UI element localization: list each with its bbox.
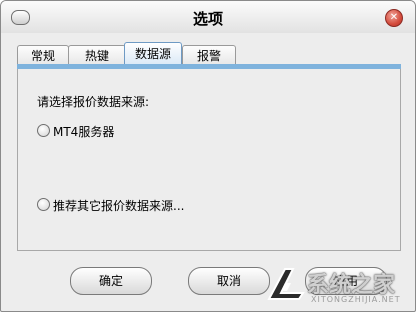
options-dialog: 选项 ✕ 常规 热键 数据源 报警 请选择报价数据来源: MT4服务器 推荐其它…: [0, 0, 416, 312]
close-button[interactable]: ✕: [385, 9, 403, 27]
radio-button[interactable]: [37, 198, 50, 211]
radio-button[interactable]: [37, 124, 50, 137]
tab-accent-bar: [17, 64, 401, 69]
title-bar[interactable]: 选项 ✕: [1, 1, 415, 33]
tab-general[interactable]: 常规: [17, 45, 69, 66]
tab-label: 数据源: [134, 47, 171, 61]
watermark-logo-icon: [267, 268, 305, 300]
ok-button[interactable]: 确定: [70, 267, 152, 295]
window-title: 选项: [192, 10, 223, 28]
close-icon: ✕: [389, 12, 399, 23]
option-label: MT4服务器: [53, 125, 115, 139]
tab-label: 热键: [84, 49, 109, 63]
tab-hotkeys[interactable]: 热键: [68, 45, 126, 66]
tab-alerts[interactable]: 报警: [182, 45, 236, 66]
tab-label: 常规: [30, 49, 55, 63]
watermark-url: XITONGZHIJIA.NET: [311, 295, 401, 304]
tab-data-source[interactable]: 数据源: [124, 42, 182, 66]
tab-label: 报警: [196, 49, 221, 63]
cancel-button[interactable]: 取消: [188, 267, 270, 295]
option-label: 推荐其它报价数据来源...: [53, 199, 185, 213]
data-source-prompt: 请选择报价数据来源:: [37, 95, 150, 109]
